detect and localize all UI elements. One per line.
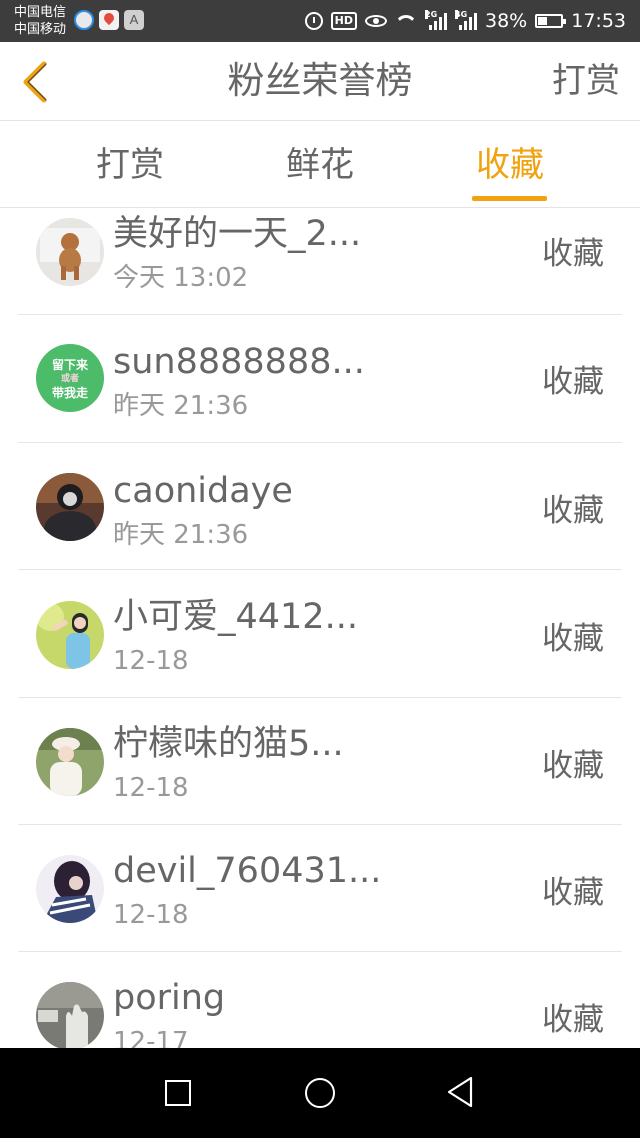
active-tab-indicator bbox=[472, 196, 547, 201]
eye-comfort-icon bbox=[365, 15, 387, 27]
girl-hat-avatar bbox=[36, 728, 104, 796]
masked-person-avatar bbox=[36, 473, 104, 541]
hand-photo-avatar bbox=[36, 982, 104, 1048]
username: caonidaye bbox=[113, 471, 293, 511]
username: sun8888888... bbox=[113, 342, 365, 382]
username: 美好的一天_2... bbox=[113, 214, 362, 254]
username: 柠檬味的猫5... bbox=[113, 724, 344, 764]
list-item[interactable]: 柠檬味的猫5... 12-18 收藏 bbox=[0, 698, 640, 825]
collect-time: 昨天 21:36 bbox=[113, 520, 249, 550]
username: 小可爱_4412... bbox=[113, 597, 358, 637]
collect-time: 12-17 bbox=[113, 1027, 189, 1048]
row-divider bbox=[18, 314, 622, 315]
collect-time: 今天 13:02 bbox=[113, 263, 249, 293]
row-divider bbox=[18, 569, 622, 570]
system-indicators: HD 2G 4G 38% 17:53 bbox=[304, 0, 626, 42]
notification-icons: A bbox=[74, 10, 144, 30]
hd-icon: HD bbox=[330, 12, 357, 30]
list-item[interactable]: 留下来 或者 带我走 sun8888888... 昨天 21:36 收藏 bbox=[0, 316, 640, 443]
back-triangle-icon[interactable] bbox=[446, 1076, 474, 1108]
list-item[interactable]: 美好的一天_2... 今天 13:02 收藏 bbox=[0, 208, 640, 315]
map-notification-icon bbox=[99, 10, 119, 30]
recent-apps-icon[interactable] bbox=[165, 1080, 191, 1106]
tab-reward[interactable]: 打赏 bbox=[78, 121, 182, 207]
clock-time: 17:53 bbox=[571, 10, 626, 32]
collect-time: 12-18 bbox=[113, 773, 189, 803]
girl-outdoor-avatar bbox=[36, 601, 104, 669]
status-bar: 中国电信 中国移动 A HD 2G 4G 38% 17:53 bbox=[0, 0, 640, 42]
green-text-avatar: 留下来 或者 带我走 bbox=[36, 344, 104, 412]
signal-4g-icon: 4G bbox=[455, 10, 477, 30]
collect-time: 12-18 bbox=[113, 646, 189, 676]
collect-time: 12-18 bbox=[113, 900, 189, 930]
action-label: 收藏 bbox=[542, 748, 604, 784]
list-item[interactable]: caonidaye 昨天 21:36 收藏 bbox=[0, 443, 640, 570]
list-item[interactable]: 小可爱_4412... 12-18 收藏 bbox=[0, 571, 640, 698]
avatar-text-1: 留下来 bbox=[51, 358, 88, 372]
list-item[interactable]: devil_760431... 12-18 收藏 bbox=[0, 825, 640, 952]
tab-favorites[interactable]: 收藏 bbox=[458, 121, 562, 207]
system-nav-bar bbox=[0, 1048, 640, 1138]
battery-icon bbox=[535, 14, 567, 28]
alarm-icon bbox=[304, 12, 323, 30]
carrier-top: 中国电信 bbox=[14, 5, 67, 20]
network-tag-4g: 4G bbox=[455, 10, 468, 19]
back-arrow-icon[interactable] bbox=[18, 61, 52, 103]
network-tag-2g: 2G bbox=[425, 10, 438, 19]
action-label: 收藏 bbox=[542, 621, 604, 657]
battery-percent: 38% bbox=[485, 10, 528, 32]
home-icon[interactable] bbox=[305, 1078, 335, 1108]
browser-notification-icon bbox=[74, 10, 94, 30]
wifi-icon bbox=[395, 13, 417, 29]
signal-2g-icon: 2G bbox=[425, 10, 447, 30]
action-label: 收藏 bbox=[542, 875, 604, 911]
action-label: 收藏 bbox=[542, 236, 604, 272]
reward-button[interactable]: 打赏 bbox=[552, 42, 620, 120]
tab-bar: 打赏 鲜花 收藏 bbox=[0, 121, 640, 208]
avatar-text-3: 带我走 bbox=[51, 386, 88, 400]
action-label: 收藏 bbox=[542, 493, 604, 529]
list-item[interactable]: poring 12-17 收藏 bbox=[0, 952, 640, 1048]
page-title: 粉丝荣誉榜 bbox=[227, 59, 413, 102]
avatar-text-2: 或者 bbox=[60, 374, 79, 384]
action-label: 收藏 bbox=[542, 1002, 604, 1038]
tab-flowers[interactable]: 鲜花 bbox=[268, 121, 372, 207]
carrier-bottom: 中国移动 bbox=[14, 22, 67, 37]
carrier-info: 中国电信 中国移动 bbox=[14, 4, 66, 38]
username: devil_760431... bbox=[113, 851, 382, 891]
action-label: 收藏 bbox=[542, 364, 604, 400]
username: poring bbox=[113, 978, 226, 1018]
dark-portrait-avatar bbox=[36, 855, 104, 923]
app-header: 粉丝荣誉榜 打赏 bbox=[0, 42, 640, 121]
poodle-avatar bbox=[36, 218, 104, 286]
collect-time: 昨天 21:36 bbox=[113, 391, 249, 421]
app-a-notification-icon: A bbox=[124, 10, 144, 30]
fans-list[interactable]: 美好的一天_2... 今天 13:02 收藏 留下来 或者 带我走 sun888… bbox=[0, 208, 640, 1048]
